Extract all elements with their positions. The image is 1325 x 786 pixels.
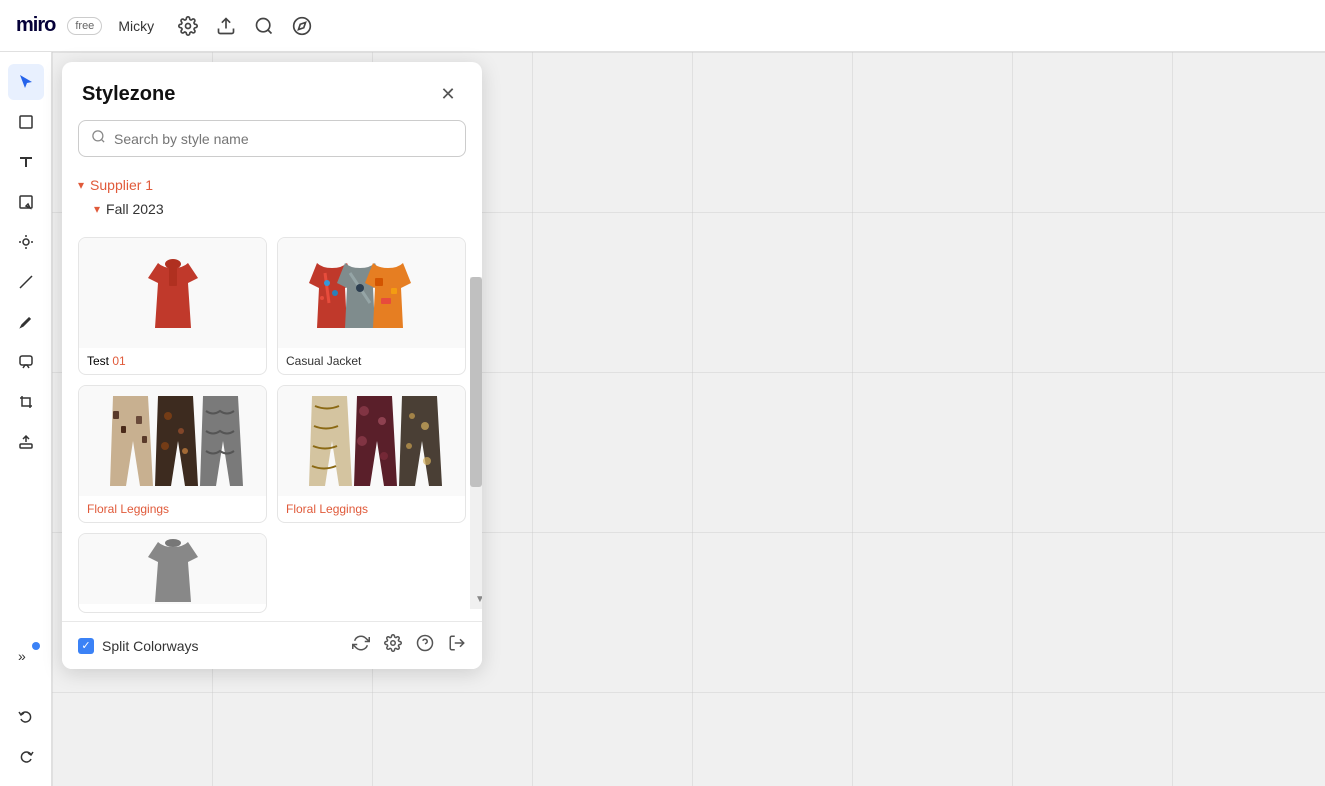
pen-tool[interactable] — [8, 304, 44, 340]
style-card-test01[interactable]: Test 01 — [78, 237, 267, 375]
footer-icons — [352, 634, 466, 657]
logout-icon[interactable] — [448, 634, 466, 657]
style-card-image — [79, 238, 266, 348]
style-card-image — [79, 386, 266, 496]
search-top-icon[interactable] — [254, 16, 274, 36]
search-box — [78, 120, 466, 157]
miro-logo: miro — [16, 14, 55, 37]
share-icon[interactable] — [216, 16, 236, 36]
season-chevron: ▾ — [94, 202, 100, 216]
upload-tool[interactable] — [8, 424, 44, 460]
refresh-icon[interactable] — [352, 634, 370, 657]
style-card-label: Floral Leggings — [79, 496, 266, 522]
left-sidebar: » — [0, 52, 52, 786]
undo-tool[interactable] — [8, 698, 44, 734]
frame-tool[interactable] — [8, 104, 44, 140]
panel-header: Stylezone ✕ — [62, 62, 482, 120]
style-card-floral-leggings-1[interactable]: Floral Leggings — [78, 385, 267, 523]
compass-icon[interactable] — [292, 16, 312, 36]
style-card-label: Test 01 — [79, 348, 266, 374]
more-tools[interactable]: » — [8, 638, 44, 674]
settings-icon[interactable] — [178, 16, 198, 36]
style-grid: Test 01 — [62, 229, 482, 621]
supplier-name: Supplier 1 — [90, 177, 153, 193]
comment-tool[interactable] — [8, 344, 44, 380]
split-colorways-label[interactable]: ✓ Split Colorways — [78, 638, 198, 654]
link-tool[interactable] — [8, 224, 44, 260]
style-card-image — [278, 386, 465, 496]
scroll-down-arrow[interactable]: ▼ — [470, 589, 482, 609]
style-card-floral-leggings-2[interactable]: Floral Leggings — [277, 385, 466, 523]
supplier-row[interactable]: ▾ Supplier 1 — [78, 173, 466, 197]
style-card-image — [79, 534, 266, 604]
text-tool[interactable] — [8, 144, 44, 180]
sticky-tool[interactable] — [8, 184, 44, 220]
style-card-gray-jacket[interactable] — [78, 533, 267, 613]
settings-footer-icon[interactable] — [384, 634, 402, 657]
cursor-tool[interactable] — [8, 64, 44, 100]
user-name: Micky — [118, 18, 154, 34]
notification-dot — [32, 642, 40, 650]
redo-tool[interactable] — [8, 738, 44, 774]
svg-text:»: » — [18, 648, 26, 664]
search-input[interactable] — [114, 131, 453, 147]
season-name: Fall 2023 — [106, 201, 164, 217]
search-container — [62, 120, 482, 169]
style-card-image — [278, 238, 465, 348]
panel-title: Stylezone — [82, 83, 175, 106]
panel-footer: ✓ Split Colorways — [62, 621, 482, 669]
tree-section: ▾ Supplier 1 ▾ Fall 2023 — [62, 169, 482, 229]
line-tool[interactable] — [8, 264, 44, 300]
season-row[interactable]: ▾ Fall 2023 — [78, 197, 466, 221]
split-colorways-checkbox[interactable]: ✓ — [78, 638, 94, 654]
style-card-label: Casual Jacket — [278, 348, 465, 374]
supplier-chevron: ▾ — [78, 178, 84, 192]
crop-tool[interactable] — [8, 384, 44, 420]
close-button[interactable]: ✕ — [434, 80, 462, 108]
top-bar: miro free Micky — [0, 0, 1325, 52]
stylezone-panel: Stylezone ✕ ▾ Supplier 1 ▾ Fall 2023 — [62, 62, 482, 669]
toolbar-icons — [178, 16, 312, 36]
help-icon[interactable] — [416, 634, 434, 657]
style-card-label: Floral Leggings — [278, 496, 465, 522]
style-card-casual-jacket[interactable]: Casual Jacket — [277, 237, 466, 375]
search-icon — [91, 129, 106, 148]
free-badge: free — [67, 17, 102, 35]
